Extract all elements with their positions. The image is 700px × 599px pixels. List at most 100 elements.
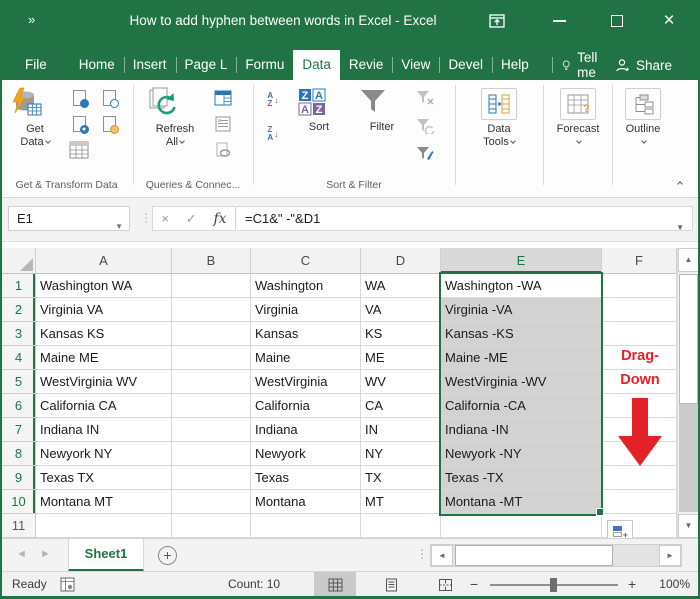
cell-C4[interactable]: Maine bbox=[251, 346, 361, 370]
cell-A5[interactable]: WestVirginia WV bbox=[36, 370, 172, 394]
cell-B4[interactable] bbox=[172, 346, 251, 370]
tab-help[interactable]: Help bbox=[492, 50, 538, 80]
vertical-scroll-thumb[interactable] bbox=[679, 274, 698, 404]
name-box[interactable]: E1 ▼ bbox=[8, 206, 130, 231]
advanced-filter-button[interactable] bbox=[414, 144, 436, 164]
sort-ascending-button[interactable]: AZ↓ bbox=[262, 90, 284, 110]
row-header-2[interactable]: 2 bbox=[2, 298, 36, 322]
cell-C8[interactable]: Newyork bbox=[251, 442, 361, 466]
cell-E6[interactable]: California -CA bbox=[441, 394, 602, 418]
cell-D11[interactable] bbox=[361, 514, 441, 538]
normal-view-button[interactable] bbox=[314, 572, 356, 597]
page-break-preview-button[interactable] bbox=[424, 572, 466, 597]
share-button[interactable]: Share bbox=[615, 50, 672, 80]
sort-descending-button[interactable]: ZA↓ bbox=[262, 124, 284, 144]
refresh-all-button[interactable]: Refresh All bbox=[146, 86, 204, 149]
cell-E11[interactable] bbox=[441, 514, 602, 538]
cell-C1[interactable]: Washington bbox=[251, 274, 361, 298]
vertical-scrollbar[interactable]: ▲ ▼ bbox=[677, 248, 698, 538]
name-box-dropdown-icon[interactable]: ▼ bbox=[115, 215, 123, 238]
column-header-F[interactable]: F bbox=[602, 248, 677, 274]
cell-C2[interactable]: Virginia bbox=[251, 298, 361, 322]
cell-B10[interactable] bbox=[172, 490, 251, 514]
tab-formulas[interactable]: Formu bbox=[236, 50, 293, 80]
tab-home[interactable]: Home bbox=[70, 50, 124, 80]
from-table-range-button[interactable] bbox=[68, 140, 90, 160]
cell-A2[interactable]: Virginia VA bbox=[36, 298, 172, 322]
cell-C3[interactable]: Kansas bbox=[251, 322, 361, 346]
cell-E4[interactable]: Maine -ME bbox=[441, 346, 602, 370]
cell-D2[interactable]: VA bbox=[361, 298, 441, 322]
zoom-out-button[interactable]: − bbox=[470, 576, 478, 592]
cell-E10[interactable]: Montana -MT bbox=[441, 490, 602, 514]
select-all-corner[interactable] bbox=[2, 248, 36, 274]
column-header-B[interactable]: B bbox=[172, 248, 251, 274]
scroll-down-button[interactable]: ▼ bbox=[678, 514, 699, 538]
cell-D9[interactable]: TX bbox=[361, 466, 441, 490]
forecast-button[interactable]: ? Forecast bbox=[548, 88, 608, 149]
row-header-8[interactable]: 8 bbox=[2, 442, 36, 466]
enter-formula-button[interactable]: ✓ bbox=[186, 211, 197, 227]
cell-D4[interactable]: ME bbox=[361, 346, 441, 370]
cell-F1[interactable] bbox=[602, 274, 677, 298]
cell-E8[interactable]: Newyork -NY bbox=[441, 442, 602, 466]
macro-record-button[interactable] bbox=[60, 577, 75, 592]
sheet-nav-left-icon[interactable]: ◄ bbox=[16, 548, 27, 560]
row-header-4[interactable]: 4 bbox=[2, 346, 36, 370]
cell-A1[interactable]: Washington WA bbox=[36, 274, 172, 298]
row-header-1[interactable]: 1 bbox=[2, 274, 36, 298]
filter-button[interactable]: Filter bbox=[356, 86, 408, 134]
formula-bar-drag-handle[interactable]: ⋮ bbox=[140, 211, 152, 225]
row-header-7[interactable]: 7 bbox=[2, 418, 36, 442]
row-header-10[interactable]: 10 bbox=[2, 490, 36, 514]
cell-E9[interactable]: Texas -TX bbox=[441, 466, 602, 490]
tab-file[interactable]: File bbox=[16, 50, 56, 80]
cell-B6[interactable] bbox=[172, 394, 251, 418]
cell-B8[interactable] bbox=[172, 442, 251, 466]
clear-filter-button[interactable] bbox=[414, 88, 436, 108]
row-header-6[interactable]: 6 bbox=[2, 394, 36, 418]
tab-page-layout[interactable]: Page L bbox=[176, 50, 237, 80]
cell-A3[interactable]: Kansas KS bbox=[36, 322, 172, 346]
cell-B2[interactable] bbox=[172, 298, 251, 322]
cell-F3[interactable] bbox=[602, 322, 677, 346]
minimize-button[interactable] bbox=[544, 8, 574, 34]
cell-B1[interactable] bbox=[172, 274, 251, 298]
fill-handle[interactable] bbox=[596, 508, 604, 516]
cell-E7[interactable]: Indiana -IN bbox=[441, 418, 602, 442]
from-web-button[interactable]: ● bbox=[68, 114, 90, 134]
cell-A4[interactable]: Maine ME bbox=[36, 346, 172, 370]
cell-A8[interactable]: Newyork NY bbox=[36, 442, 172, 466]
insert-function-button[interactable]: fx bbox=[213, 211, 226, 227]
cell-C11[interactable] bbox=[251, 514, 361, 538]
new-sheet-button[interactable]: + bbox=[158, 546, 177, 565]
column-header-C[interactable]: C bbox=[251, 248, 361, 274]
reapply-filter-button[interactable] bbox=[414, 116, 436, 136]
column-header-A[interactable]: A bbox=[36, 248, 172, 274]
outline-button[interactable]: Outline bbox=[616, 88, 670, 149]
cell-C9[interactable]: Texas bbox=[251, 466, 361, 490]
expand-formula-bar-icon[interactable]: ▼ bbox=[676, 216, 684, 239]
tab-developer[interactable]: Devel bbox=[439, 50, 492, 80]
column-header-D[interactable]: D bbox=[361, 248, 441, 274]
cell-D7[interactable]: IN bbox=[361, 418, 441, 442]
scroll-up-button[interactable]: ▲ bbox=[678, 248, 699, 272]
cell-A7[interactable]: Indiana IN bbox=[36, 418, 172, 442]
cell-B7[interactable] bbox=[172, 418, 251, 442]
cell-E1[interactable]: Washington -WA bbox=[441, 274, 602, 298]
sheet-tab-sheet1[interactable]: Sheet1 bbox=[68, 539, 144, 572]
cancel-formula-button[interactable]: × bbox=[161, 211, 169, 226]
row-header-11[interactable]: 11 bbox=[2, 514, 36, 538]
tell-me-button[interactable]: Tell me bbox=[552, 50, 615, 80]
tab-insert[interactable]: Insert bbox=[124, 50, 176, 80]
cell-E3[interactable]: Kansas -KS bbox=[441, 322, 602, 346]
cell-F2[interactable] bbox=[602, 298, 677, 322]
tab-view[interactable]: View bbox=[392, 50, 439, 80]
tab-data[interactable]: Data bbox=[293, 50, 340, 80]
scroll-left-button[interactable]: ◄ bbox=[431, 545, 453, 566]
tab-review[interactable]: Revie bbox=[340, 50, 393, 80]
formula-input[interactable]: =C1&" -"&D1 ▼ bbox=[237, 206, 693, 231]
properties-button[interactable] bbox=[212, 114, 234, 134]
cell-C5[interactable]: WestVirginia bbox=[251, 370, 361, 394]
column-header-E[interactable]: E bbox=[441, 248, 602, 274]
